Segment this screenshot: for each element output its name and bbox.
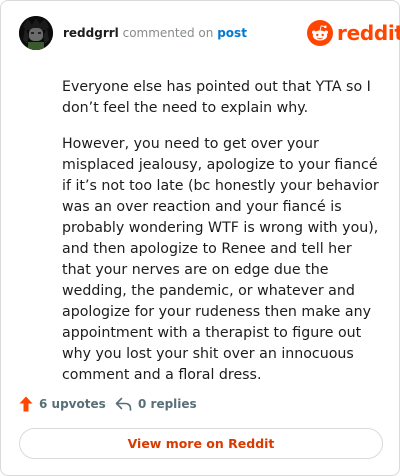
view-more-button[interactable]: View more on Reddit (19, 428, 383, 459)
comment-body: Everyone else has pointed out that YTA s… (62, 77, 382, 401)
reddit-comment-embed: reddgrrl commented on post reddit Everyo… (0, 0, 400, 476)
reddit-snoo-icon (307, 20, 333, 46)
comment-meta: reddgrrl commented on post (63, 26, 247, 40)
reply-button[interactable]: 0 replies (115, 394, 197, 414)
reddit-logo[interactable]: reddit (307, 20, 400, 46)
action-text: commented on (122, 26, 214, 40)
avatar[interactable] (19, 16, 53, 50)
avatar-icon (19, 16, 53, 50)
reply-count: 0 replies (138, 397, 197, 411)
comment-paragraph: However, you need to get over your mispl… (62, 136, 379, 383)
upvote-count: 6 upvotes (39, 397, 106, 411)
username-link[interactable]: reddgrrl (63, 26, 119, 40)
post-link[interactable]: post (217, 26, 247, 40)
logo-text: reddit (337, 21, 400, 45)
comment-actions: 6 upvotes 0 replies (19, 394, 379, 414)
comment-paragraph: Everyone else has pointed out that YTA s… (62, 79, 371, 116)
reply-arrow-icon (115, 397, 132, 411)
upvote-arrow-icon (19, 396, 33, 412)
comment-header: reddgrrl commented on post reddit (19, 16, 400, 50)
upvote-button[interactable]: 6 upvotes (19, 394, 106, 414)
